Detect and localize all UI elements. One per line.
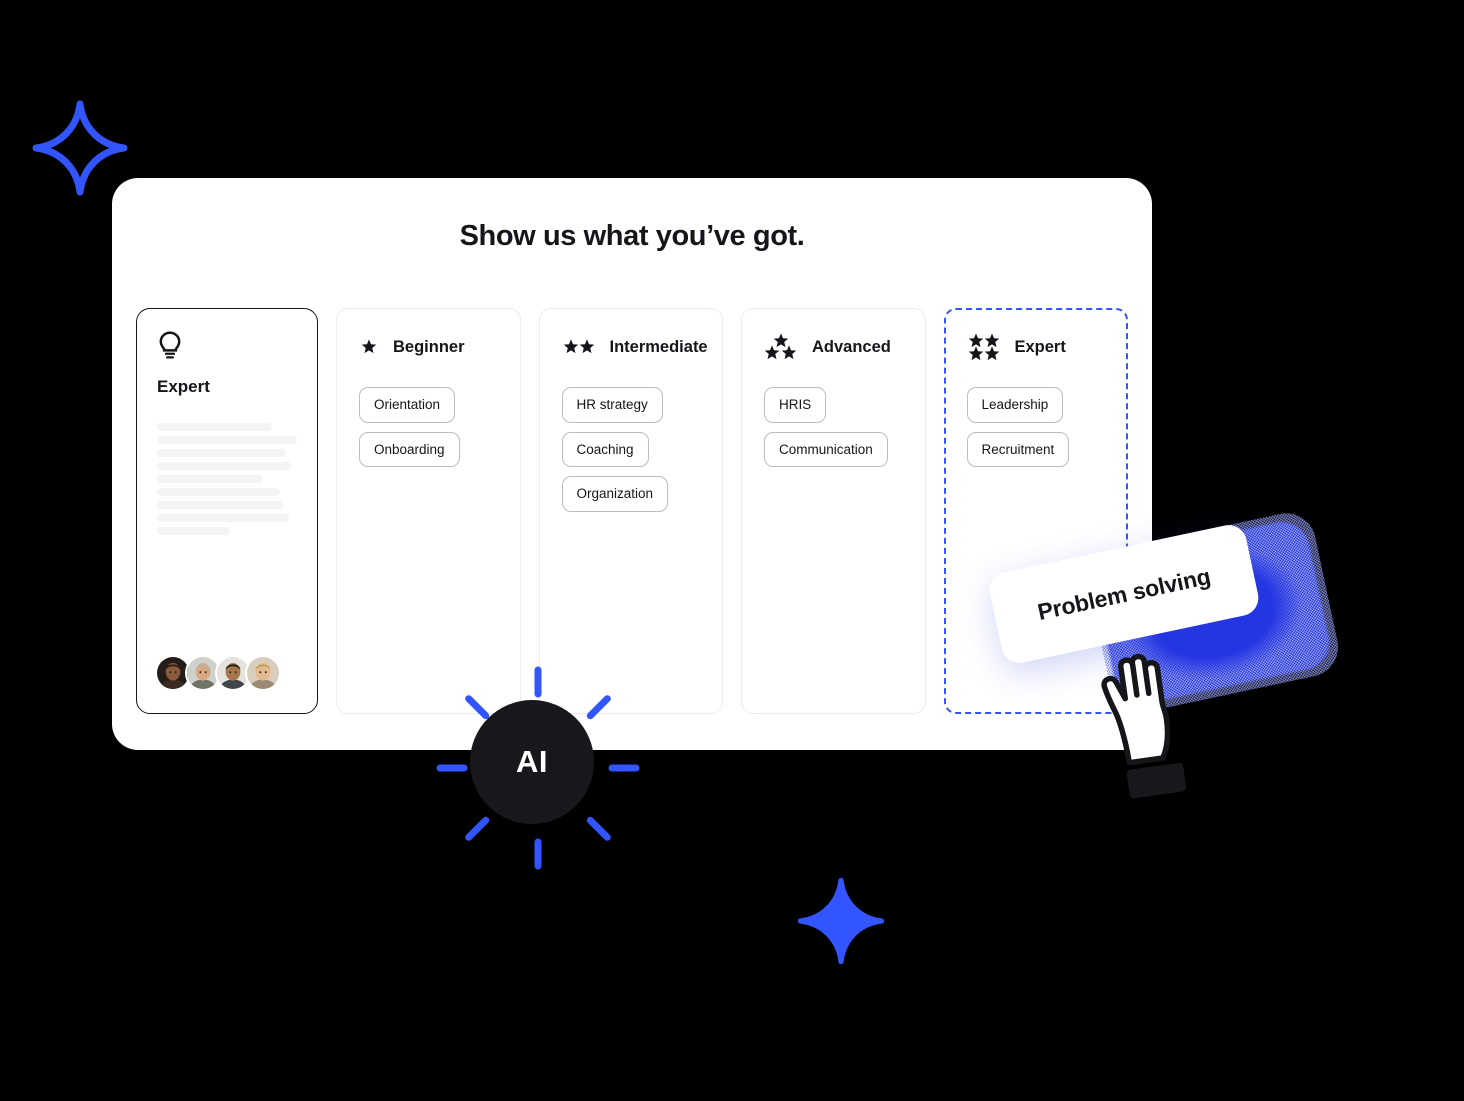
skill-pill[interactable]: Orientation — [359, 387, 456, 423]
expert-profile-card[interactable]: Expert — [136, 308, 318, 714]
level-card-header: Beginner — [359, 331, 498, 363]
skill-list: HRIS Communication — [764, 387, 903, 467]
skeleton-line — [157, 527, 230, 535]
level-card-title: Beginner — [393, 337, 465, 356]
level-stars-icon — [968, 333, 999, 361]
skeleton-placeholder — [157, 423, 297, 535]
level-card-expert[interactable]: Expert Leadership Recruitment — [943, 308, 1128, 714]
level-card-title: Intermediate — [609, 337, 708, 356]
skeleton-line — [157, 488, 281, 496]
skill-pill[interactable]: Recruitment — [966, 431, 1070, 467]
level-stars-icon — [563, 339, 594, 354]
avatar-group — [155, 655, 281, 691]
level-card-header: Intermediate — [562, 331, 708, 363]
skill-pill[interactable]: Coaching — [561, 431, 649, 467]
level-card-advanced[interactable]: Advanced HRIS Communication — [741, 308, 926, 714]
skill-pill[interactable]: HRIS — [764, 387, 827, 423]
skeleton-line — [157, 462, 292, 470]
skeleton-line — [157, 514, 289, 522]
page-title: Show us what you’ve got. — [459, 220, 805, 252]
lightbulb-icon — [159, 331, 181, 359]
skill-pill[interactable]: HR strategy — [561, 387, 663, 423]
skeleton-line — [157, 501, 283, 509]
profile-card-title: Expert — [157, 377, 210, 396]
avatar — [245, 655, 281, 691]
skeleton-line — [157, 475, 264, 483]
level-card-beginner[interactable]: Beginner Orientation Onboarding — [336, 308, 521, 714]
sparkle-icon — [797, 877, 885, 965]
level-stars-icon — [361, 339, 377, 354]
skill-pill[interactable]: Onboarding — [359, 431, 460, 467]
skeleton-line — [157, 423, 272, 431]
level-card-intermediate[interactable]: Intermediate HR strategy Coaching Organizat… — [538, 308, 723, 714]
level-card-header: Advanced — [764, 331, 903, 363]
app-window: Show us what you’ve got. Expert Beginner… — [112, 178, 1152, 750]
level-stars-icon — [764, 333, 797, 360]
skill-pill[interactable]: Leadership — [966, 387, 1064, 423]
level-card-header: Expert — [967, 331, 1106, 363]
skeleton-line — [157, 449, 286, 457]
level-card-title: Advanced — [812, 337, 891, 356]
skill-list: HR strategy Coaching Organization — [561, 387, 701, 512]
level-card-title: Expert — [1014, 337, 1066, 356]
skill-list: Orientation Onboarding — [359, 387, 498, 467]
skill-list: Leadership Recruitment — [966, 387, 1106, 467]
skill-pill[interactable]: Communication — [764, 431, 888, 467]
skill-pill[interactable]: Organization — [561, 476, 669, 512]
levels-container: Expert Beginner Orientation Onboarding Inte… — [136, 308, 1128, 714]
skeleton-line — [157, 436, 297, 444]
